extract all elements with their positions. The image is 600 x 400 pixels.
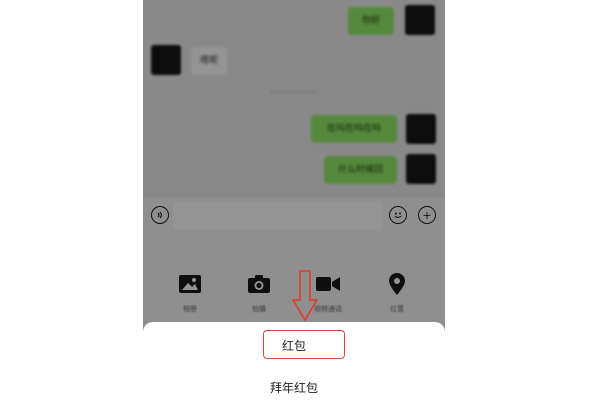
action-sheet: 红包 拜年红包 (143, 322, 445, 400)
arrow-down-icon (292, 270, 318, 321)
sheet-item-red-packet[interactable]: 红包 (143, 337, 445, 354)
sheet-item-new-year-red-packet[interactable]: 拜年红包 (143, 379, 445, 396)
